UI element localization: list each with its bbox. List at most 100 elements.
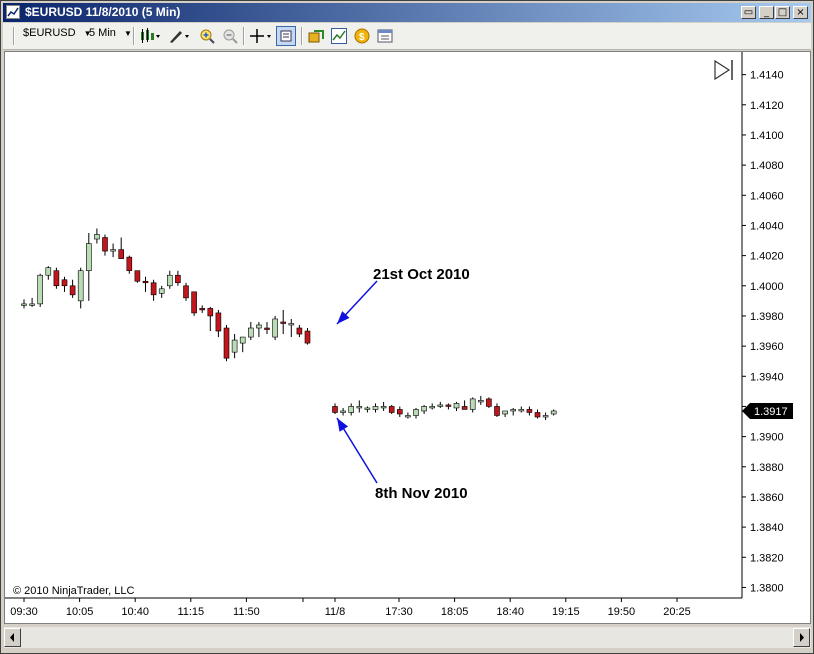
candle-up [110, 249, 116, 252]
zoom-out-icon[interactable] [222, 28, 238, 44]
data-box-icon[interactable] [276, 26, 296, 46]
price-chart[interactable]: 1.4140 1.4120 1.4100 1.4080 1.4060 1.4040 1.40… [4, 51, 811, 624]
candle-up [518, 409, 525, 412]
time-tick-label: 18:40 [496, 606, 524, 618]
scroll-to-end-button[interactable] [714, 59, 733, 81]
candle-up [469, 398, 476, 410]
chart-toolbar: $EURUSD ▼ 5 Min ▼ $ [3, 23, 811, 50]
time-tick-label: 11/8 [325, 606, 346, 618]
chart-style-icon[interactable] [140, 28, 160, 44]
chart-canvas[interactable]: 1.4140 1.4120 1.4100 1.4080 1.4060 1.4040 1.40… [5, 52, 810, 623]
candle-down [207, 308, 214, 317]
candle-up [239, 336, 246, 344]
candle-down [142, 280, 149, 284]
candle-down [53, 270, 60, 287]
annotation-label: 8th Nov 2010 [375, 485, 468, 502]
candle-up [380, 406, 387, 409]
svg-text:$: $ [359, 32, 365, 43]
candle-down [264, 327, 270, 330]
horizontal-scrollbar[interactable] [4, 627, 811, 648]
candle-up [372, 406, 379, 410]
candle-up [86, 243, 92, 272]
time-tick-label: 10:40 [121, 606, 149, 618]
chart-window: $EURUSD 11/8/2010 (5 Min) ▭ _ □ × $EURUS… [0, 0, 814, 654]
price-tick-label: 1.3840 [750, 522, 784, 534]
price-tick-label: 1.4060 [750, 190, 784, 202]
price-tick-label: 1.3880 [750, 462, 784, 474]
price-tick-label: 1.4140 [750, 70, 784, 82]
candle-up [348, 406, 355, 413]
candle-up [21, 303, 27, 306]
interval-label: 5 Min [89, 27, 116, 39]
price-tick-label: 1.3940 [750, 371, 784, 383]
candle-down [526, 409, 533, 413]
time-tick-label: 09:30 [10, 606, 38, 618]
candle-up [510, 409, 517, 412]
candle-up [167, 274, 173, 287]
candle-up [542, 415, 549, 418]
candle-down [61, 279, 68, 287]
candle-up [453, 403, 460, 409]
time-tick-label: 19:15 [552, 606, 580, 618]
annotation-label: 21st Oct 2010 [373, 266, 470, 283]
candle-up [158, 288, 165, 294]
restore-button[interactable]: ▭ [741, 6, 756, 19]
currency-icon[interactable]: $ [354, 28, 370, 44]
time-tick-label: 11:15 [177, 606, 204, 618]
candle-up [550, 410, 557, 415]
candle-up [364, 407, 371, 410]
toolbar-separator [243, 27, 245, 45]
price-tick-label: 1.3980 [750, 311, 784, 323]
properties-icon[interactable] [377, 28, 393, 44]
instrument-label: $EURUSD [23, 27, 76, 39]
candle-up [413, 409, 419, 416]
indicators-icon[interactable] [331, 28, 347, 44]
crosshair-icon[interactable] [249, 28, 271, 44]
title-bar[interactable]: $EURUSD 11/8/2010 (5 Min) ▭ _ □ × [3, 3, 811, 22]
toolbar-separator [301, 27, 303, 45]
arrow-right-icon [800, 633, 804, 642]
copyright-text: © 2010 NinjaTrader, LLC [13, 585, 134, 597]
time-tick-label: 20:25 [663, 606, 691, 618]
close-button[interactable]: × [793, 6, 808, 19]
maximize-button[interactable]: □ [775, 6, 790, 19]
candle-up [272, 318, 278, 338]
candle-down [183, 285, 189, 299]
scroll-left-button[interactable] [4, 628, 21, 647]
price-tick-label: 1.4080 [750, 160, 784, 172]
candle-down [126, 256, 133, 272]
candle-down [69, 285, 76, 296]
time-tick-label: 18:05 [441, 606, 469, 618]
candle-up [405, 415, 411, 418]
current-price-label: 1.3917 [754, 406, 788, 418]
minimize-button[interactable]: _ [759, 6, 774, 19]
play-icon [714, 59, 731, 81]
price-tick-label: 1.3820 [750, 552, 784, 564]
candle-up [256, 324, 262, 329]
candle-down [102, 237, 108, 252]
candle-down [118, 249, 124, 259]
arrow-left-icon [10, 633, 14, 642]
candle-down [494, 406, 500, 416]
candle-down [134, 270, 141, 282]
drawing-tool-icon[interactable] [168, 28, 189, 44]
candle-up [356, 406, 363, 409]
zoom-in-icon[interactable] [199, 28, 215, 44]
interval-selector[interactable]: 5 Min ▼ [89, 27, 132, 39]
candle-down [534, 412, 541, 418]
toolbar-separator [133, 27, 135, 45]
candle-up [231, 339, 238, 353]
time-tick-label: 10:05 [66, 606, 94, 618]
price-tick-label: 1.4000 [750, 281, 784, 293]
strategies-icon[interactable] [308, 28, 324, 44]
price-tick-label: 1.3900 [750, 432, 784, 444]
price-tick-label: 1.4040 [750, 220, 784, 232]
price-tick-label: 1.3800 [750, 582, 784, 594]
candle-up [37, 274, 44, 305]
candle-up [288, 323, 295, 326]
candle-up [502, 410, 508, 415]
instrument-selector[interactable]: $EURUSD ▼ [23, 27, 92, 39]
candle-down [280, 321, 287, 324]
scroll-right-button[interactable] [793, 628, 810, 647]
candle-down [445, 404, 452, 407]
